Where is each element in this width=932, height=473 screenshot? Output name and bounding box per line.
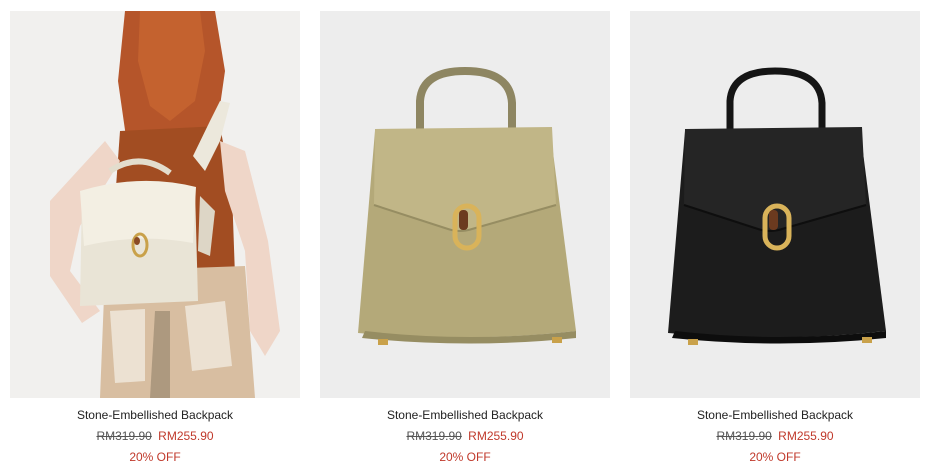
sale-price: RM255.90	[468, 429, 524, 443]
product-card[interactable]: Stone-Embellished Backpack RM319.90 RM25…	[10, 11, 300, 465]
product-name[interactable]: Stone-Embellished Backpack	[630, 407, 920, 423]
product-grid: Stone-Embellished Backpack RM319.90 RM25…	[0, 0, 932, 473]
price-row: RM319.90 RM255.90	[10, 428, 300, 444]
product-info: Stone-Embellished Backpack RM319.90 RM25…	[10, 398, 300, 465]
product-card[interactable]: Stone-Embellished Backpack RM319.90 RM25…	[320, 11, 610, 465]
product-name[interactable]: Stone-Embellished Backpack	[320, 407, 610, 423]
original-price: RM319.90	[96, 429, 152, 443]
discount-label: 20% OFF	[129, 450, 181, 464]
discount-label: 20% OFF	[749, 450, 801, 464]
product-name[interactable]: Stone-Embellished Backpack	[10, 407, 300, 423]
sale-price: RM255.90	[778, 429, 834, 443]
product-info: Stone-Embellished Backpack RM319.90 RM25…	[320, 398, 610, 465]
product-image[interactable]	[10, 11, 300, 398]
price-row: RM319.90 RM255.90	[630, 428, 920, 444]
original-price: RM319.90	[406, 429, 462, 443]
black-backpack-photo	[630, 11, 920, 398]
original-price: RM319.90	[716, 429, 772, 443]
product-image[interactable]	[320, 11, 610, 398]
product-info: Stone-Embellished Backpack RM319.90 RM25…	[630, 398, 920, 465]
product-image[interactable]	[630, 11, 920, 398]
olive-backpack-photo	[320, 11, 610, 398]
model-backpack-photo	[10, 11, 300, 398]
discount-label: 20% OFF	[439, 450, 491, 464]
price-row: RM319.90 RM255.90	[320, 428, 610, 444]
product-card[interactable]: Stone-Embellished Backpack RM319.90 RM25…	[630, 11, 920, 465]
sale-price: RM255.90	[158, 429, 214, 443]
